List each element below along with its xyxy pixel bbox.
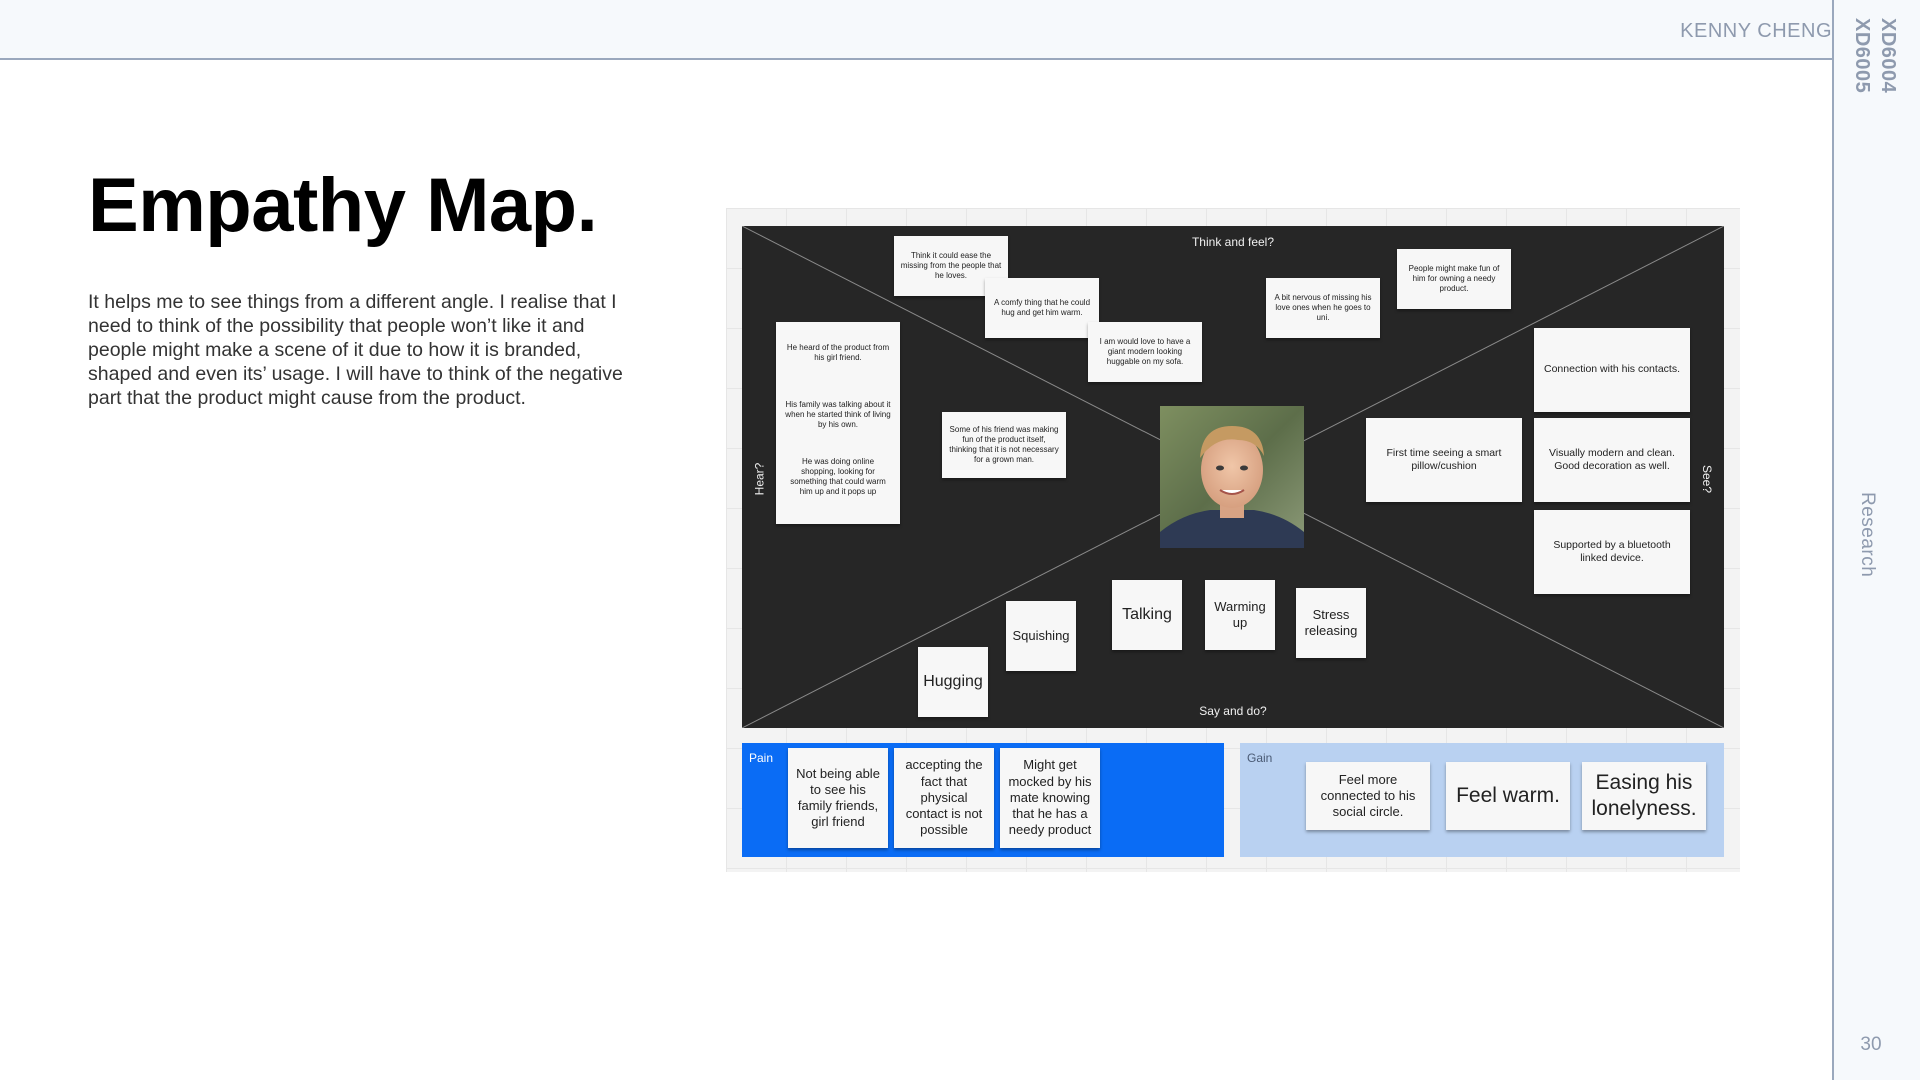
sticky-note[interactable]: People might make fun of him for owning … — [1397, 249, 1511, 309]
sticky-note[interactable]: Supported by a bluetooth linked device. — [1534, 510, 1690, 594]
sticky-note[interactable]: Feel warm. — [1446, 762, 1570, 830]
sticky-note[interactable]: Connection with his contacts. — [1534, 328, 1690, 412]
hear-label: Hear? — [744, 454, 774, 504]
persona-photo — [1160, 406, 1304, 548]
sticky-note[interactable]: Some of his friend was making fun of the… — [942, 412, 1066, 478]
sticky-note: He was doing online shopping, looking fo… — [790, 457, 886, 496]
gain-label: Gain — [1247, 751, 1273, 765]
see-label: See? — [1692, 454, 1722, 504]
sticky-note[interactable]: Squishing — [1006, 601, 1076, 671]
sticky-note[interactable]: Might get mocked by his mate knowing tha… — [1000, 748, 1100, 848]
section-label: Research — [1857, 492, 1878, 578]
hear-label-text: Hear? — [752, 462, 766, 496]
page-number: 30 — [1860, 1034, 1882, 1055]
slide-title: Empathy Map. — [88, 163, 598, 248]
sticky-note[interactable]: Stress releasing — [1296, 588, 1366, 658]
sticky-note: He heard of the product from his girl fr… — [786, 343, 890, 362]
sticky-note[interactable]: A bit nervous of missing his love ones w… — [1266, 278, 1380, 338]
sticky-note[interactable]: Talking — [1112, 580, 1182, 650]
sticky-note[interactable]: I am would love to have a giant modern l… — [1088, 322, 1202, 382]
sticky-note[interactable]: A comfy thing that he could hug and get … — [985, 278, 1099, 338]
course-code-primary: XD6004 — [1877, 18, 1899, 94]
pain-label: Pain — [749, 751, 774, 765]
sticky-note[interactable]: First time seeing a smart pillow/cushion — [1366, 418, 1522, 502]
sticky-note: His family was talking about it when he … — [785, 400, 891, 429]
say-do-label: Say and do? — [1199, 704, 1267, 718]
see-label-text: See? — [1700, 464, 1714, 494]
sticky-note[interactable]: Warming up — [1205, 580, 1275, 650]
slide-description: It helps me to see things from a differe… — [88, 291, 623, 409]
sticky-note[interactable]: accepting the fact that physical contact… — [894, 748, 994, 848]
author-name: KENNY CHENG — [1680, 20, 1832, 42]
persona-portrait-image — [1160, 406, 1304, 548]
sticky-note-stack[interactable]: He heard of the product from his girl fr… — [776, 322, 900, 524]
sticky-note[interactable]: Easing his lonelyness. — [1582, 762, 1706, 830]
sticky-note[interactable]: Hugging — [918, 647, 988, 717]
sticky-note[interactable]: Visually modern and clean. Good decorati… — [1534, 418, 1690, 502]
think-feel-label: Think and feel? — [1191, 235, 1275, 249]
sticky-note[interactable]: Feel more connected to his social circle… — [1306, 762, 1430, 830]
course-code-secondary: XD6005 — [1851, 18, 1873, 94]
sticky-note[interactable]: Not being able to see his family friends… — [788, 748, 888, 848]
